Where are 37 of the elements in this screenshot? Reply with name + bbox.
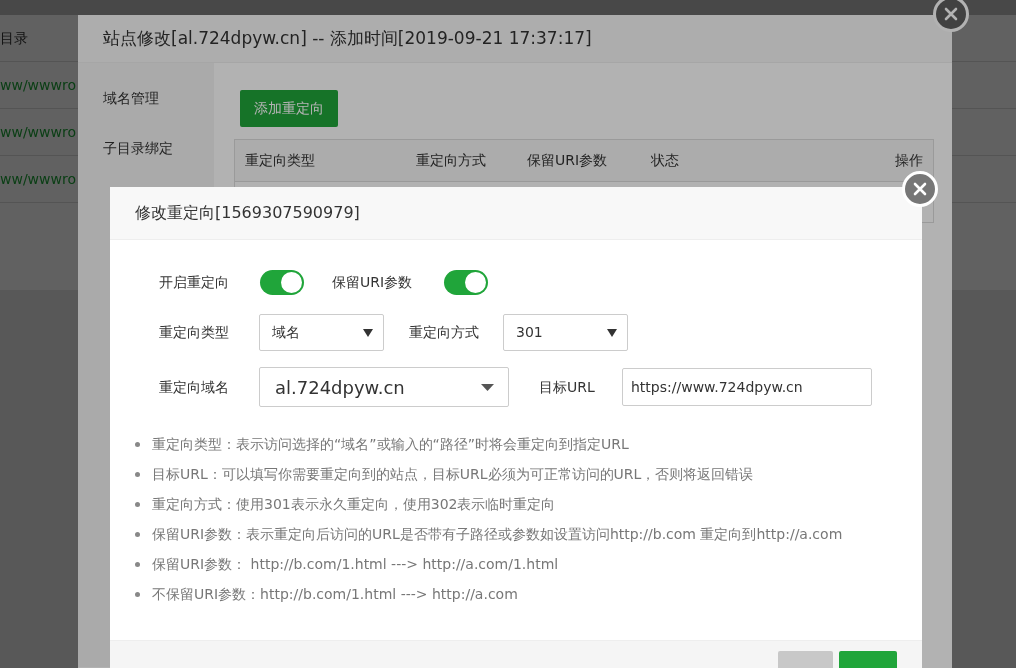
column-header: 重定向类型 — [245, 151, 316, 170]
note-text: 保留URI参数：表示重定向后访问的URL是否带有子路径或参数如设置访问http://b.com 重定向到http://a.com — [152, 524, 843, 544]
column-header: 操作 — [895, 151, 923, 170]
column-header: 重定向方式 — [416, 151, 487, 170]
bullet-icon — [135, 561, 140, 567]
select-field[interactable]: 301 — [503, 314, 628, 351]
field-label: 重定向域名 — [159, 377, 230, 397]
note-text: 目标URL：可以填写你需要重定向到的站点，目标URL必须为可正常访问的URL，否则将返回错误 — [152, 464, 754, 484]
field-label: 重定向类型 — [159, 323, 230, 342]
bullet-icon — [135, 501, 140, 507]
toggle-label: 保留URI参数 — [332, 273, 414, 292]
text-field[interactable]: https://www.724dpyw.cn — [622, 368, 872, 406]
dialog-title: 站点修改[al.724dpyw.cn] -- 添加时间[2019-09-21 17:37:17] — [103, 26, 592, 50]
note-text: 不保留URI参数：http://b.com/1.html ---> http://a.com — [152, 584, 518, 604]
note-text: 重定向类型：表示访问选择的“域名”或输入的“路径”时将会重定向到指定URL — [152, 434, 629, 454]
sidebar-item[interactable]: 域名管理 — [103, 87, 159, 109]
bullet-icon — [135, 441, 140, 447]
dialog-title: 修改重定向[1569307590979] — [135, 202, 360, 224]
table-header: 目录 — [0, 28, 28, 48]
toggle-label: 开启重定向 — [159, 273, 230, 292]
column-header: 保留URI参数 — [527, 151, 609, 170]
select-field[interactable]: 域名 — [259, 314, 384, 351]
sidebar-item[interactable]: 子目录绑定 — [103, 137, 173, 159]
note-text: 保留URI参数： http://b.com/1.html ---> http://a.com/1.html — [152, 554, 559, 574]
note-text: 重定向方式：使用301表示永久重定向，使用302表示临时重定向 — [152, 494, 556, 514]
toggle-switch[interactable] — [260, 270, 304, 295]
field-label: 目标URL — [539, 377, 596, 397]
dropdown-caret-icon — [363, 328, 373, 337]
column-header: 状态 — [651, 151, 680, 170]
select-field[interactable]: al.724dpyw.cn — [259, 367, 509, 407]
dropdown-caret-icon — [481, 383, 494, 391]
bullet-icon — [135, 591, 140, 597]
dropdown-caret-icon — [607, 328, 617, 337]
field-label: 重定向方式 — [409, 323, 480, 342]
bullet-icon — [135, 471, 140, 477]
toggle-switch[interactable] — [444, 270, 488, 295]
bullet-icon — [135, 531, 140, 537]
